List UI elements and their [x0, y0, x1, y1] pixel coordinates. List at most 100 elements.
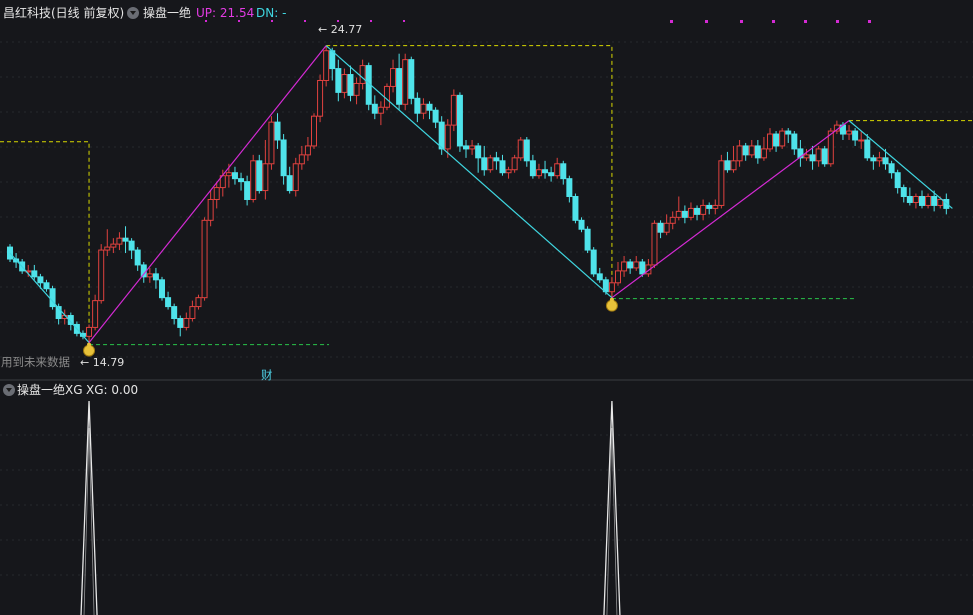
candle-143: [876, 151, 883, 167]
candle-body-4: [31, 270, 38, 278]
subchart-dropdown-icon[interactable]: [3, 384, 15, 396]
candle-46: [286, 166, 293, 194]
candle-body-151: [925, 196, 932, 206]
candle-body-6: [43, 282, 50, 290]
candle-142: [870, 154, 877, 170]
candle-83: [511, 154, 518, 173]
candle-body-28: [177, 317, 184, 328]
candle-92: [566, 175, 573, 203]
candle-88: [542, 160, 549, 179]
candle-body-133: [815, 148, 822, 162]
candle-body-15: [98, 249, 105, 302]
top-dot-5: [370, 20, 372, 22]
candle-body-77: [475, 145, 482, 159]
candle-body-48: [298, 154, 305, 165]
candle-body-148: [906, 196, 913, 203]
candle-body-88: [542, 169, 549, 174]
candle-90: [554, 157, 561, 179]
candle-body-21: [134, 249, 141, 266]
candle-body-152: [931, 196, 938, 206]
signal-dot-6: [868, 20, 871, 23]
candle-body-146: [894, 172, 901, 189]
candles-layer: [7, 45, 950, 343]
candle-body-70: [432, 109, 439, 123]
candle-body-112: [687, 207, 694, 218]
candle-78: [481, 145, 488, 176]
candle-body-32: [201, 219, 208, 299]
candle-86: [529, 154, 536, 179]
candle-body-121: [742, 145, 749, 156]
candle-47: [292, 157, 299, 197]
candle-body-140: [858, 139, 865, 142]
candle-23: [146, 267, 153, 283]
candle-body-64: [396, 68, 403, 105]
candle-148: [906, 187, 913, 206]
candle-29: [183, 312, 190, 331]
candle-138: [846, 125, 853, 140]
indicator-name[interactable]: 操盘一绝: [143, 6, 191, 20]
candle-150: [919, 190, 925, 209]
candle-body-39: [244, 181, 251, 200]
candle-84: [517, 137, 524, 161]
candle-15: [98, 244, 105, 304]
candle-body-69: [426, 103, 433, 111]
candle-body-150: [919, 196, 925, 206]
candle-59: [365, 62, 372, 111]
candle-66: [408, 56, 415, 105]
candle-body-89: [548, 172, 555, 177]
candle-122: [748, 139, 755, 158]
candle-body-37: [231, 172, 238, 180]
subchart-indicator-name[interactable]: 操盘一绝XG: [17, 383, 83, 397]
candle-body-53: [329, 50, 336, 70]
candle-129: [791, 131, 798, 155]
candle-body-78: [481, 157, 488, 171]
cai-marker[interactable]: 财: [261, 367, 273, 383]
candle-body-128: [785, 130, 792, 135]
signal-markers: [83, 20, 871, 357]
candle-149: [912, 193, 919, 209]
candle-60: [371, 95, 378, 120]
candle-43: [268, 116, 275, 170]
money-bag-tie-0: [87, 342, 92, 347]
indicator-dropdown-icon[interactable]: [127, 7, 139, 19]
candle-119: [730, 145, 737, 173]
candle-body-143: [876, 157, 883, 162]
candle-body-31: [195, 297, 202, 308]
chart-canvas: [0, 20, 973, 615]
candle-27: [171, 303, 178, 325]
candle-body-145: [888, 163, 895, 174]
candle-body-110: [675, 210, 682, 218]
candle-55: [341, 68, 348, 99]
candle-body-33: [207, 198, 214, 221]
candle-113: [694, 205, 701, 221]
candle-118: [724, 151, 731, 173]
candle-80: [493, 151, 500, 170]
candle-body-109: [669, 216, 676, 224]
candle-body-116: [712, 204, 719, 209]
candle-body-113: [694, 207, 701, 215]
candle-body-30: [189, 306, 196, 319]
candle-57: [353, 77, 360, 105]
candle-65: [402, 53, 409, 111]
top-dot-4: [337, 20, 339, 22]
candle-127: [779, 128, 786, 149]
candle-body-84: [517, 139, 524, 159]
candle-4: [31, 264, 38, 280]
candle-69: [426, 101, 433, 120]
candle-body-17: [110, 243, 117, 248]
candle-77: [475, 142, 482, 173]
candle-body-97: [596, 273, 603, 281]
future-data-note: 用到未来数据: [1, 355, 70, 369]
zigzag-segment-2: [325, 45, 613, 299]
candle-37: [231, 166, 238, 185]
candle-109: [669, 211, 676, 230]
candle-body-47: [292, 163, 299, 192]
candle-25: [159, 276, 165, 301]
candle-body-126: [773, 133, 780, 147]
candle-body-79: [487, 157, 494, 171]
candle-body-81: [499, 160, 506, 174]
candle-body-43: [268, 121, 275, 165]
candle-39: [244, 175, 251, 206]
candle-103: [633, 256, 640, 271]
candle-body-36: [225, 172, 232, 177]
